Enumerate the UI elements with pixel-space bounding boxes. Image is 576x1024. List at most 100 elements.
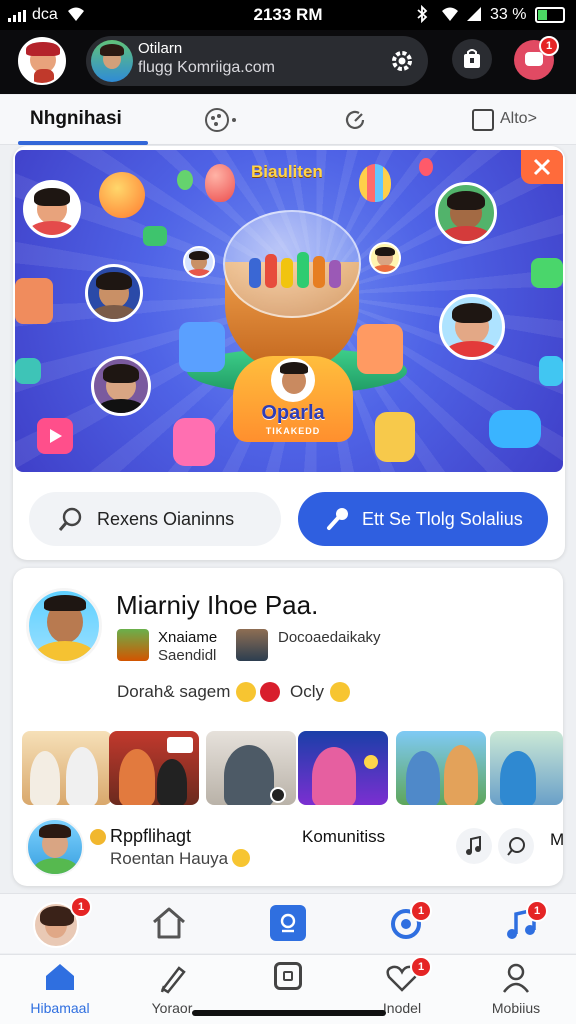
settings-gear-icon[interactable] <box>389 48 415 74</box>
status-bar: dca 2133 RM 33 % <box>0 0 576 30</box>
wifi-status-icon <box>442 7 458 21</box>
play-tile-icon <box>37 418 73 454</box>
balloon-icon <box>177 170 193 190</box>
status-text: Dorah& sagem <box>117 682 231 701</box>
banner-heading: Biauliten <box>251 162 323 181</box>
account-switcher[interactable]: Otilarn flugg Komriiga.com <box>86 36 428 86</box>
coin-icon <box>90 829 106 845</box>
nav-notifications[interactable]: 1 Inodel <box>352 956 452 1018</box>
tab-active-indicator <box>18 141 148 145</box>
me-badge: 1 <box>70 896 92 918</box>
host-avatar <box>271 358 315 402</box>
tab-bar: Nhgnihasi Alto> <box>0 95 576 145</box>
character-figure <box>179 322 225 372</box>
recent-button-label: Rexens Oianinns <box>97 509 235 529</box>
chat-bubble-icon <box>143 226 167 246</box>
home-icon <box>46 964 74 990</box>
badge-subtitle: TIKAKEDD <box>265 426 321 436</box>
close-icon <box>533 158 551 176</box>
home-outline-icon[interactable] <box>150 906 188 940</box>
chat-icon <box>507 837 525 856</box>
profile-title: Miarniy Ihoe Paa. <box>116 590 319 620</box>
app-header: Otilarn flugg Komriiga.com 1 <box>0 30 576 94</box>
primary-action-button[interactable]: Ett Se Tlolg Solalius <box>298 492 548 546</box>
nav-create[interactable] <box>238 958 338 1018</box>
trailing-label: M <box>550 830 565 849</box>
member-avatar <box>85 264 143 322</box>
music-badge: 1 <box>526 900 548 922</box>
profile-line-1: Xnaiame <box>158 629 218 646</box>
search-icon <box>58 507 82 531</box>
featured-banner[interactable]: Biauliten Oparla TIKAKEDD <box>15 150 563 472</box>
user-avatar[interactable] <box>18 37 66 85</box>
gamepad-icon <box>489 410 541 448</box>
badge-title: Oparla <box>261 402 325 424</box>
profile-line-3: Docoaedaikaky <box>278 629 381 646</box>
tab-home-label: Nhgnihasi <box>30 108 122 129</box>
group-thumb <box>117 629 149 661</box>
message-icon <box>525 52 543 66</box>
notification-badge: 1 <box>539 36 559 56</box>
character-figure <box>375 412 415 462</box>
chat-button[interactable] <box>498 828 534 864</box>
person-icon <box>503 963 529 993</box>
tab-home[interactable]: Nhgnihasi <box>18 95 148 145</box>
profile-line-2: Saendidl <box>158 647 217 664</box>
cell-signal-icon <box>467 7 481 21</box>
character-figure <box>357 324 403 374</box>
palette-icon[interactable] <box>204 107 238 133</box>
home-indicator <box>192 1010 386 1016</box>
media-tile[interactable] <box>396 731 486 805</box>
square-icon <box>274 962 302 990</box>
featured-badge: Oparla TIKAKEDD <box>233 356 353 442</box>
community-avatar[interactable] <box>26 818 84 876</box>
primary-action-label: Ett Se Tlolg Solalius <box>362 509 523 529</box>
group-thumb <box>236 629 268 661</box>
play-icon <box>270 787 286 803</box>
tab-more[interactable]: Alto> <box>472 108 552 134</box>
wink-emoji-icon <box>330 682 350 702</box>
nav-explore[interactable]: Yoraor <box>122 958 222 1018</box>
star-icon <box>99 172 145 218</box>
cherry-emoji-icon <box>260 682 280 702</box>
bag-button[interactable] <box>452 39 492 79</box>
refresh-icon[interactable] <box>342 107 368 133</box>
chat-bubble-icon <box>539 356 563 386</box>
media-tile[interactable] <box>22 731 112 805</box>
community-label[interactable]: Komunitiss <box>302 827 385 847</box>
account-email: flugg Komriiga.com <box>138 59 275 76</box>
recent-button[interactable]: Rexens Oianinns <box>29 492 281 546</box>
balloon-icon <box>359 164 391 202</box>
checkbox-icon <box>472 109 494 131</box>
profile-avatar[interactable] <box>26 588 102 664</box>
nav-home-label: Hibamaal <box>30 1000 90 1016</box>
media-tile[interactable] <box>490 731 563 805</box>
member-avatar <box>439 294 505 360</box>
member-avatar <box>435 182 497 244</box>
chest-icon <box>15 278 53 324</box>
nav-home[interactable]: Hibamaal <box>10 958 110 1018</box>
balloon-icon <box>419 158 433 176</box>
shopping-bag-icon <box>464 49 480 68</box>
music-note-icon <box>466 836 481 855</box>
member-avatar <box>183 246 215 278</box>
media-tile[interactable] <box>206 731 296 805</box>
bluetooth-icon <box>417 5 428 23</box>
account-avatar <box>91 40 133 82</box>
battery-icon <box>535 7 565 23</box>
close-banner-button[interactable] <box>521 150 563 184</box>
music-button[interactable] <box>456 828 492 864</box>
crystal-globe <box>223 210 361 318</box>
character-avatar <box>23 180 81 238</box>
chat-badge: 1 <box>410 900 432 922</box>
balloon-icon <box>205 164 235 202</box>
character-figure <box>173 418 215 466</box>
member-avatar <box>369 242 401 274</box>
nav-profile[interactable]: Mobiius <box>466 958 566 1018</box>
chat-bubble-icon <box>15 358 41 384</box>
member-avatar <box>91 356 151 416</box>
media-tile[interactable] <box>298 731 388 805</box>
media-tile[interactable] <box>109 731 199 805</box>
footer-line-2: Roentan Hauya <box>110 849 229 868</box>
search-tab-button[interactable] <box>270 905 306 941</box>
